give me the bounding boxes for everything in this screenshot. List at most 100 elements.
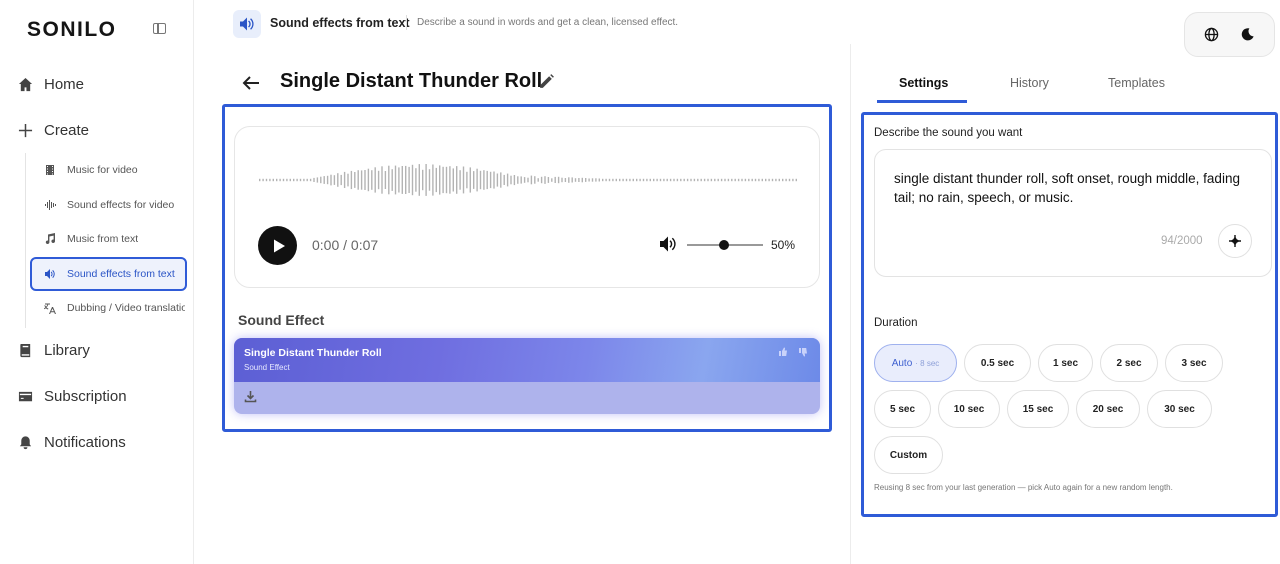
- waveform-bar: [398, 167, 400, 193]
- duration-chip-auto[interactable]: Auto · 8 sec: [874, 344, 957, 382]
- sound-effect-card[interactable]: Single Distant Thunder Roll Sound Effect: [234, 338, 820, 414]
- waveform-bar: [530, 175, 533, 185]
- waveform-bar: [462, 166, 465, 194]
- waveform-bar: [343, 171, 346, 188]
- waveform-bar: [775, 178, 777, 182]
- waveform-bar: [489, 171, 492, 189]
- waveform-bar: [619, 178, 621, 182]
- duration-chip[interactable]: 20 sec: [1076, 390, 1140, 428]
- waveform-bar: [710, 178, 713, 182]
- waveform-bar: [608, 178, 611, 182]
- waveform-bar: [574, 178, 577, 182]
- waveform-bar: [330, 174, 332, 186]
- waveform-bar: [350, 170, 353, 190]
- waveform[interactable]: [259, 157, 799, 203]
- waveform-bar: [299, 178, 302, 182]
- duration-chip[interactable]: 0.5 sec: [964, 344, 1031, 382]
- duration-chip[interactable]: 10 sec: [938, 390, 1000, 428]
- waveform-bar: [581, 177, 583, 183]
- logo: SONILO: [27, 18, 117, 41]
- waveform-bar: [561, 177, 563, 183]
- describe-label: Describe the sound you want: [874, 127, 1023, 139]
- nav-subscription[interactable]: Subscription: [18, 388, 127, 405]
- nav-create[interactable]: Create: [18, 122, 89, 139]
- tab-history[interactable]: History: [1010, 76, 1049, 90]
- music-note-icon: [45, 233, 56, 245]
- waveform-bar: [707, 178, 709, 182]
- waveform-bar: [282, 178, 285, 182]
- sidebar-item-sfx-from-text[interactable]: Sound effects from text: [30, 257, 187, 291]
- waveform-bar: [517, 176, 519, 184]
- waveform-bar: [554, 176, 556, 183]
- globe-icon[interactable]: [1204, 27, 1219, 42]
- waveform-bar: [717, 178, 719, 182]
- duration-chip-auto-label: Auto: [891, 357, 913, 369]
- waveform-bar: [697, 178, 699, 182]
- prompt-textarea[interactable]: single distant thunder roll, soft onset,…: [874, 149, 1272, 277]
- waveform-bar: [686, 178, 689, 182]
- nav-library[interactable]: Library: [18, 342, 90, 359]
- waveform-bar: [646, 178, 648, 182]
- top-controls: [1184, 12, 1275, 57]
- waveform-bar: [286, 178, 288, 182]
- back-arrow-icon[interactable]: [240, 72, 262, 94]
- duration-chip[interactable]: 3 sec: [1165, 344, 1223, 382]
- submenu-line: [25, 153, 26, 328]
- sidebar-item-dubbing[interactable]: Dubbing / Video translation: [32, 293, 185, 323]
- tab-templates[interactable]: Templates: [1108, 76, 1165, 90]
- waveform-bar: [734, 178, 736, 182]
- duration-chip[interactable]: 1 sec: [1038, 344, 1093, 382]
- nav-notifications[interactable]: Notifications: [18, 434, 126, 451]
- waveform-bar: [761, 178, 763, 182]
- volume-icon[interactable]: [659, 235, 679, 253]
- sidebar-item-label: Music from text: [67, 233, 139, 245]
- waveform-bar: [737, 178, 740, 182]
- waveform-bar: [456, 166, 458, 194]
- waveform-bar: [585, 178, 587, 182]
- sidebar-collapse-icon[interactable]: [153, 23, 166, 34]
- waveform-bar: [778, 178, 780, 182]
- download-icon[interactable]: [244, 390, 257, 403]
- thumbs-up-icon[interactable]: [778, 347, 788, 357]
- volume-slider-handle[interactable]: [719, 240, 729, 250]
- waveform-bar: [557, 176, 560, 184]
- volume-percent: 50%: [771, 238, 796, 252]
- waveform-bar: [496, 173, 499, 187]
- waveform-bar: [551, 178, 553, 182]
- nav-create-label: Create: [44, 122, 90, 139]
- moon-icon[interactable]: [1240, 27, 1255, 42]
- sidebar-item-music-from-text[interactable]: Music from text: [32, 224, 185, 254]
- tab-settings[interactable]: Settings: [899, 76, 948, 90]
- duration-chip[interactable]: 2 sec: [1100, 344, 1158, 382]
- waveform-bar: [483, 170, 485, 190]
- sidebar-item-sfx-for-video[interactable]: Sound effects for video: [32, 190, 185, 220]
- prompt-text[interactable]: single distant thunder roll, soft onset,…: [894, 169, 1254, 207]
- pencil-icon[interactable]: [538, 73, 555, 90]
- thumbs-down-icon[interactable]: [798, 347, 808, 357]
- waveform-bar: [680, 178, 682, 182]
- waveform-bar: [316, 177, 319, 183]
- active-tab-indicator: [877, 100, 967, 103]
- duration-chip[interactable]: 30 sec: [1147, 390, 1212, 428]
- waveform-bar: [771, 178, 774, 182]
- duration-chip[interactable]: 5 sec: [874, 390, 931, 428]
- play-button[interactable]: [258, 226, 297, 265]
- book-icon: [20, 343, 31, 358]
- waveform-bar: [445, 166, 448, 194]
- waveform-bar: [469, 167, 471, 193]
- enhance-prompt-button[interactable]: [1218, 224, 1252, 258]
- duration-chip[interactable]: 15 sec: [1007, 390, 1069, 428]
- waveform-bar: [649, 178, 651, 182]
- waveform-bar: [656, 178, 658, 182]
- waveform-bar: [510, 175, 512, 185]
- sidebar-item-music-for-video[interactable]: Music for video: [32, 155, 185, 185]
- header-separator: [406, 15, 407, 30]
- waveform-bar: [313, 177, 315, 182]
- nav-home[interactable]: Home: [18, 76, 84, 93]
- waveform-bar: [724, 178, 726, 182]
- waveform-bar: [768, 178, 770, 182]
- duration-chip-custom[interactable]: Custom: [874, 436, 943, 474]
- waveform-bar: [432, 164, 434, 196]
- waveform-bar: [347, 173, 349, 187]
- playback-time: 0:00 / 0:07: [312, 237, 379, 253]
